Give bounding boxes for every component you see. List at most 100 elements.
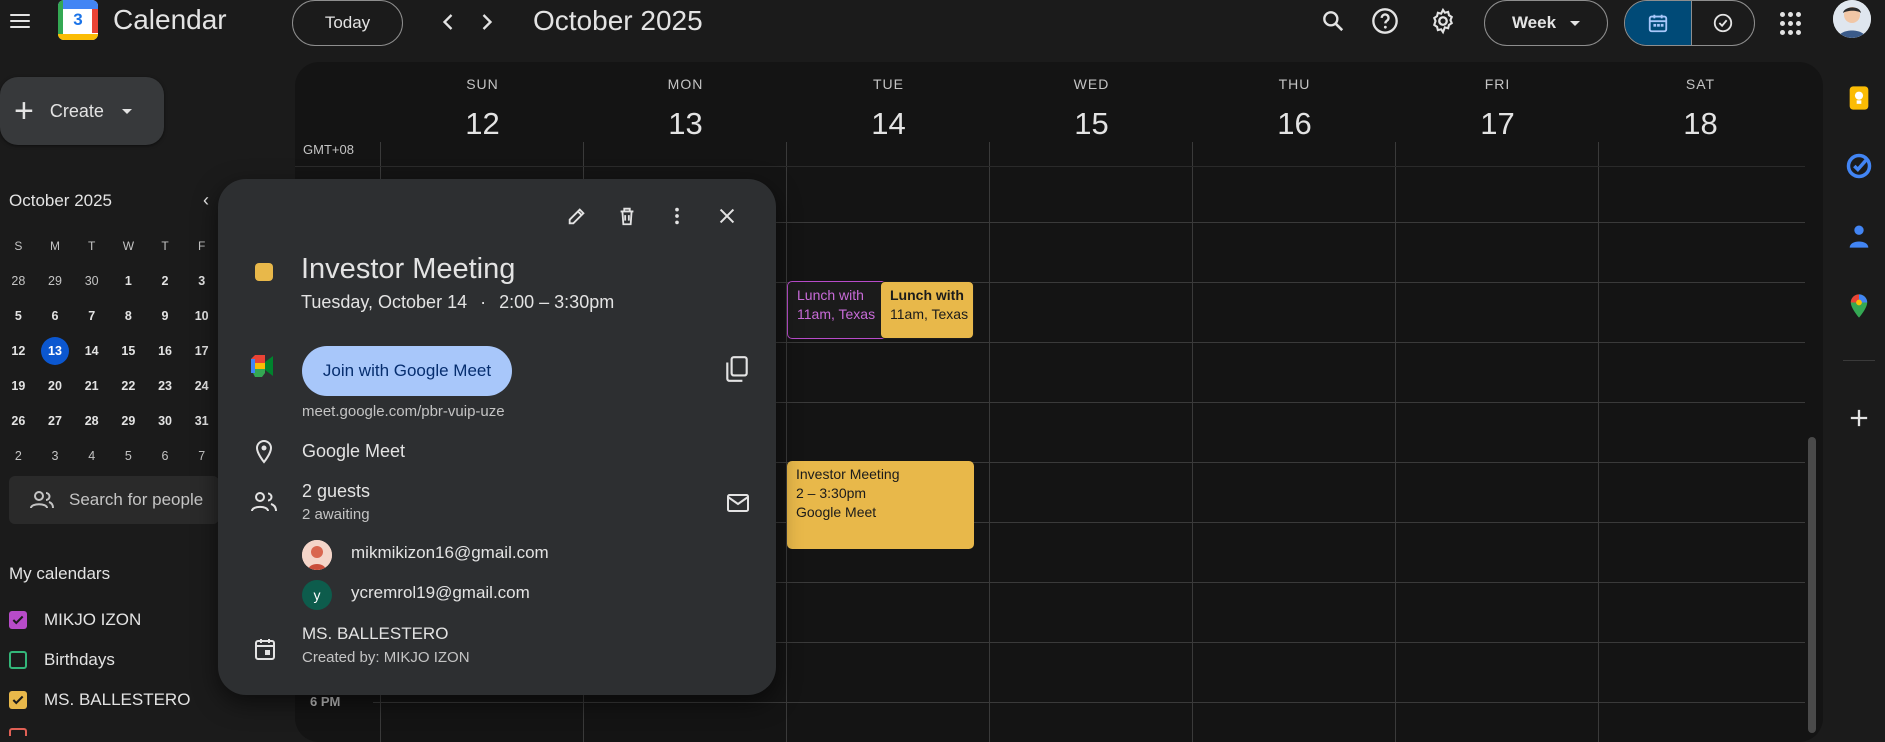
mini-day[interactable]: 16 <box>147 344 184 358</box>
mini-day[interactable]: 1 <box>110 274 147 288</box>
mini-day[interactable]: 23 <box>147 379 184 393</box>
mini-day[interactable]: 17 <box>183 344 220 358</box>
day-header-mon[interactable]: MON 13 <box>584 76 787 142</box>
mini-day[interactable]: 19 <box>0 379 37 393</box>
mini-day[interactable]: 3 <box>183 274 220 288</box>
mini-day[interactable]: 5 <box>110 449 147 463</box>
grid-line <box>1192 142 1193 742</box>
today-button[interactable]: Today <box>292 0 403 46</box>
guests-awaiting: 2 awaiting <box>302 506 370 523</box>
mini-day[interactable]: 7 <box>183 449 220 463</box>
mini-day[interactable]: 5 <box>0 309 37 323</box>
guest-email[interactable]: mikmikizon16@gmail.com <box>351 543 549 563</box>
guest-email[interactable]: ycremrol19@gmail.com <box>351 583 530 603</box>
calendar-item-mikjo-izon[interactable]: MIKJO IZON <box>9 608 141 632</box>
checkbox-unchecked-icon[interactable] <box>9 651 27 669</box>
event-lunch-ballestero[interactable]: Lunch with 11am, Texas <box>880 281 974 339</box>
chevron-right-icon[interactable] <box>473 8 501 36</box>
mini-day[interactable]: 30 <box>147 414 184 428</box>
checkbox-checked-icon[interactable] <box>9 691 27 709</box>
day-name: SAT <box>1685 76 1716 92</box>
main-menu-icon[interactable] <box>8 10 32 30</box>
mini-day[interactable]: 4 <box>73 449 110 463</box>
day-header-fri[interactable]: FRI 17 <box>1396 76 1599 142</box>
mini-day[interactable]: 22 <box>110 379 147 393</box>
more-options-icon[interactable] <box>662 201 692 231</box>
tasks-check-icon[interactable] <box>1691 1 1754 45</box>
timezone-label: GMT+08 <box>303 142 354 157</box>
mini-day[interactable]: 20 <box>37 379 74 393</box>
grid-scrollbar[interactable] <box>1808 437 1816 733</box>
mini-day[interactable]: 15 <box>110 344 147 358</box>
calendar-logo[interactable]: 3 <box>58 0 98 40</box>
day-date: 17 <box>1480 106 1515 141</box>
create-label: Create <box>49 100 104 121</box>
tasks-icon[interactable] <box>1845 152 1873 180</box>
settings-gear-icon[interactable] <box>1428 6 1458 36</box>
copy-icon[interactable] <box>724 355 750 383</box>
search-people-input[interactable]: Search for people <box>9 476 219 524</box>
contacts-icon[interactable] <box>1845 222 1873 250</box>
mini-day[interactable]: 30 <box>73 274 110 288</box>
google-apps-icon[interactable] <box>1778 10 1806 38</box>
mini-week-row: 19 20 21 22 23 24 <box>0 368 220 403</box>
mini-day[interactable]: 10 <box>183 309 220 323</box>
weekday-letter: S <box>14 238 23 253</box>
calendar-item-birthdays[interactable]: Birthdays <box>9 648 115 672</box>
search-icon[interactable] <box>1318 6 1348 36</box>
keep-icon[interactable] <box>1845 84 1873 112</box>
email-guests-icon[interactable] <box>726 493 750 513</box>
day-date: 13 <box>668 106 703 141</box>
mini-day[interactable]: 2 <box>0 449 37 463</box>
mini-day-selected[interactable]: 13 <box>37 336 74 365</box>
mini-day[interactable]: 9 <box>147 309 184 323</box>
mini-day[interactable]: 27 <box>37 414 74 428</box>
mini-day[interactable]: 31 <box>183 414 220 428</box>
mini-day[interactable]: 6 <box>147 449 184 463</box>
event-details-popup: Investor Meeting Tuesday, October 14 · 2… <box>218 179 776 695</box>
account-avatar[interactable] <box>1833 0 1871 38</box>
mini-day[interactable]: 21 <box>73 379 110 393</box>
event-lunch-mikjo[interactable]: Lunch with 11am, Texas <box>787 281 888 339</box>
mini-day[interactable]: 24 <box>183 379 220 393</box>
day-header-sun[interactable]: SUN 12 <box>381 76 584 142</box>
event-investor-meeting[interactable]: Investor Meeting 2 – 3:30pm Google Meet <box>787 461 974 549</box>
create-button[interactable]: + Create <box>0 77 164 145</box>
maps-icon[interactable] <box>1845 292 1873 320</box>
meet-link[interactable]: meet.google.com/pbr-vuip-uze <box>302 403 505 420</box>
day-name: THU <box>1278 76 1311 92</box>
day-header-thu[interactable]: THU 16 <box>1193 76 1396 142</box>
mini-week-row: 28 29 30 1 2 3 <box>0 263 220 298</box>
day-name: MON <box>667 76 704 92</box>
help-icon[interactable] <box>1370 6 1400 36</box>
mini-day[interactable]: 6 <box>37 309 74 323</box>
close-icon[interactable] <box>712 201 742 231</box>
mini-prev-month-icon[interactable]: ‹ <box>203 190 209 211</box>
delete-trash-icon[interactable] <box>612 201 642 231</box>
mini-day[interactable]: 3 <box>37 449 74 463</box>
mini-day[interactable]: 14 <box>73 344 110 358</box>
mini-day[interactable]: 2 <box>147 274 184 288</box>
mini-day[interactable]: 29 <box>110 414 147 428</box>
add-addon-icon[interactable] <box>1845 404 1873 432</box>
day-header-tue[interactable]: TUE 14 <box>787 76 990 142</box>
mini-day[interactable]: 28 <box>0 274 37 288</box>
my-calendars-heading[interactable]: My calendars <box>9 564 110 584</box>
mini-day[interactable]: 28 <box>73 414 110 428</box>
checkbox-checked-icon[interactable] <box>9 611 27 629</box>
mini-day[interactable]: 12 <box>0 344 37 358</box>
mini-day[interactable]: 8 <box>110 309 147 323</box>
calendar-view-icon[interactable] <box>1625 1 1691 45</box>
chevron-left-icon[interactable] <box>434 8 462 36</box>
mini-week-row: 5 6 7 8 9 10 <box>0 298 220 333</box>
calendar-item-ms-ballestero[interactable]: MS. BALLESTERO <box>9 688 190 712</box>
guests-icon <box>250 490 278 514</box>
edit-pencil-icon[interactable] <box>562 201 592 231</box>
day-header-wed[interactable]: WED 15 <box>990 76 1193 142</box>
mini-day[interactable]: 7 <box>73 309 110 323</box>
join-google-meet-button[interactable]: Join with Google Meet <box>302 346 512 396</box>
mini-day[interactable]: 26 <box>0 414 37 428</box>
day-header-sat[interactable]: SAT 18 <box>1599 76 1802 142</box>
view-select-week[interactable]: Week <box>1484 0 1608 46</box>
mini-day[interactable]: 29 <box>37 274 74 288</box>
